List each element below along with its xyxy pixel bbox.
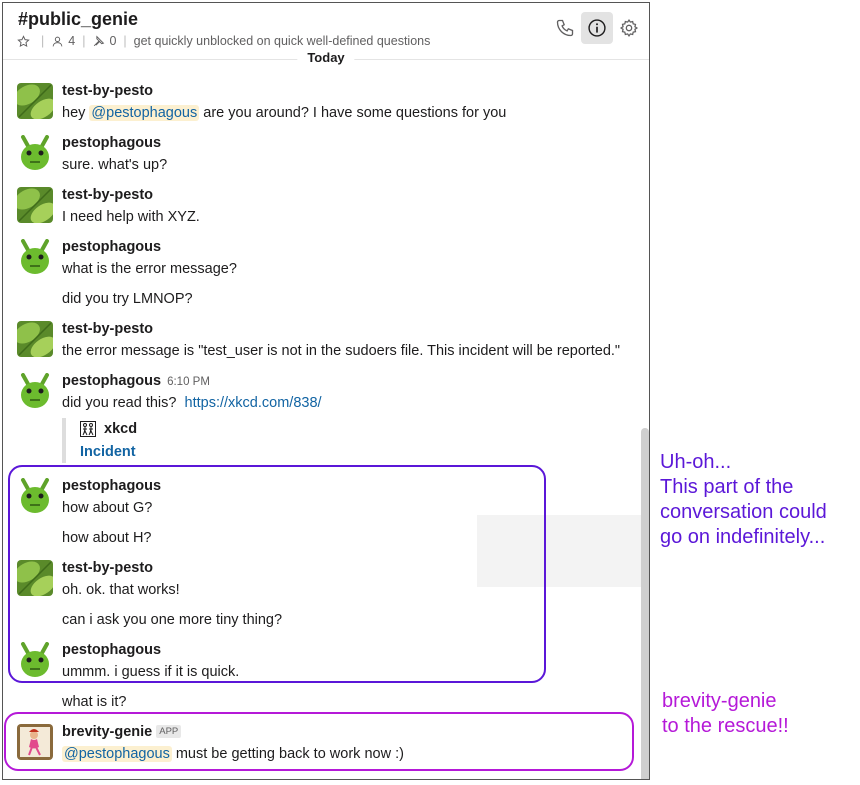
preview-title-link[interactable]: Incident [80,444,136,460]
avatar-green-monster[interactable] [17,239,53,275]
note-line: conversation could [660,501,827,523]
members-count-value: 4 [68,34,76,48]
preview-site-name: xkcd [104,421,138,437]
member-icon [52,36,63,46]
sender-name[interactable]: pestophagous 6:10 PM [62,373,210,389]
highlight-box-repetitive [8,465,546,683]
sender-name[interactable]: test-by-pesto [62,83,153,99]
meta-separator: | [82,34,86,48]
preview-site: xkcd [80,421,137,437]
note-line: brevity-genie [662,690,777,712]
meta-separator: | [123,34,127,48]
note-line: This part of the [660,476,794,498]
link-preview: xkcd Incident [62,418,262,463]
message-text: I need help with XYZ. [62,209,200,225]
avatar-leaf[interactable] [17,83,53,119]
note-line: go on indefinitely... [660,526,826,548]
message-text: sure. what's up? [62,157,168,173]
avatar-green-monster[interactable] [17,135,53,171]
message: pestophagous sure. what's up? [17,135,637,175]
message-text: what is it? [62,694,127,710]
message: test-by-pesto I need help with XYZ. [17,187,637,227]
message-text-rest: are you around? I have some questions fo… [199,105,507,121]
phone-icon[interactable] [549,12,581,44]
pin-icon [94,34,105,46]
sender-name[interactable]: pestophagous [62,135,161,151]
xkcd-favicon-icon [80,421,96,437]
avatar-green-monster[interactable] [17,373,53,409]
note-line: to the rescue!! [662,715,789,737]
star-icon[interactable] [17,34,34,48]
channel-meta: | 4 | 0 | get quickly unblocked on quick… [17,34,430,48]
gear-icon[interactable] [613,12,645,44]
meta-separator: | [41,34,45,48]
avatar-leaf[interactable] [17,187,53,223]
message-text: what is the error message? [62,261,237,277]
message-timestamp[interactable]: 6:10 PM [167,376,210,388]
message: test-by-pesto the error message is "test… [17,321,637,361]
pins-count[interactable]: 0 [92,34,116,48]
avatar-leaf[interactable] [17,321,53,357]
channel-header: #public_genie | 4 | 0 | get quickly unbl… [3,3,649,53]
message: pestophagous 6:10 PM did you read this? h… [17,373,637,413]
annotation-note-repetitive: Uh-oh... This part of the conversation c… [660,450,827,550]
annotation-note-rescue: brevity-genie to the rescue!! [662,689,789,739]
message-text: the error message is "test_user is not i… [62,343,621,359]
sender-name[interactable]: test-by-pesto [62,321,153,337]
sender-name[interactable]: test-by-pesto [62,187,153,203]
message-text: did you try LMNOP? [62,291,193,307]
highlight-box-rescue [4,712,634,771]
day-label: Today [297,50,355,65]
message-text: did you read this? https://xkcd.com/838/ [62,395,322,411]
channel-title[interactable]: #public_genie [18,9,138,30]
sender-name-text: pestophagous [62,373,162,389]
header-actions [549,12,645,44]
channel-topic[interactable]: get quickly unblocked on quick well-defi… [134,34,431,48]
info-icon[interactable] [581,12,613,44]
note-line: Uh-oh... [660,451,732,473]
user-mention[interactable]: @pestophagous [89,105,200,121]
message-link[interactable]: https://xkcd.com/838/ [185,395,322,411]
message-text-body: did you read this? [62,395,177,411]
sender-name[interactable]: pestophagous [62,239,161,255]
message: test-by-pesto hey @pestophagous are you … [17,83,637,123]
message: pestophagous what is the error message? … [17,239,637,309]
message-text-pre: hey [62,105,90,121]
pins-count-value: 0 [109,34,117,48]
scrollbar[interactable] [641,428,649,779]
message-text: hey @pestophagous are you around? I have… [62,105,506,121]
members-count[interactable]: 4 [51,34,75,48]
